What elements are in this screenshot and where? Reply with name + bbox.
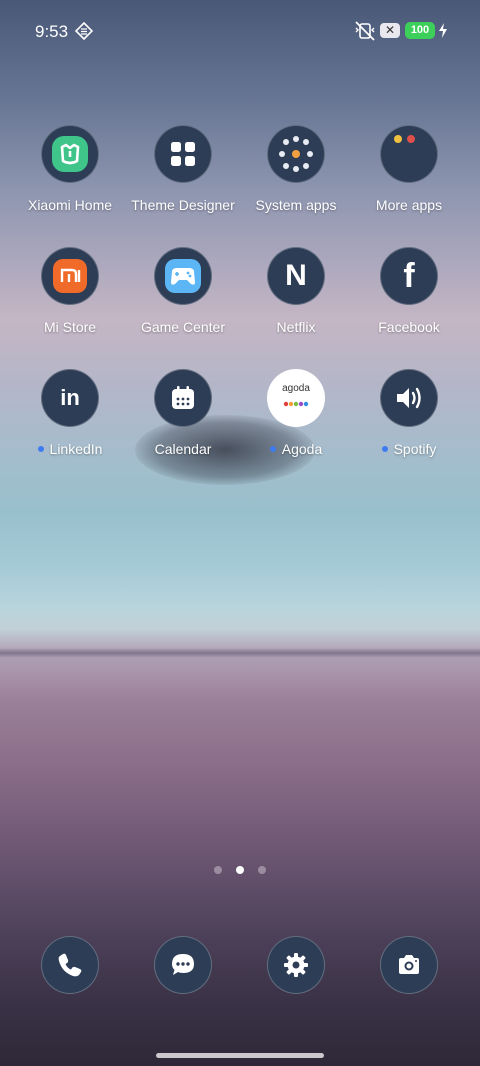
charging-icon [439,23,447,38]
folder-system-apps-icon [279,136,313,172]
dock-camera[interactable] [380,936,438,994]
folder-more-apps-icon [394,135,415,143]
new-install-dot [381,446,388,453]
app-mi-store[interactable]: Mi Store [10,247,130,335]
theme-designer-icon [171,142,195,166]
spotify-icon [397,387,421,409]
app-calendar[interactable]: Calendar [123,369,243,457]
battery-level: 100 [405,22,435,39]
game-center-icon [165,259,201,293]
page-indicator [214,866,266,876]
app-linkedin[interactable]: in LinkedIn [10,369,130,457]
app-label: Spotify [393,441,437,457]
xiaomi-home-icon [52,136,88,172]
app-spotify[interactable]: Spotify [349,369,469,457]
app-label: Mi Store [43,319,97,335]
app-xiaomi-home[interactable]: Xiaomi Home [10,125,130,213]
app-facebook[interactable]: f Facebook [349,247,469,335]
calendar-icon [172,386,194,409]
notification-badge: ✕ [380,23,400,38]
app-theme-designer[interactable]: Theme Designer [123,125,243,213]
app-label: Theme Designer [131,197,235,213]
status-bar: 9:53 ✕ 100 [0,0,480,62]
dock-messages[interactable] [154,936,212,994]
status-time: 9:53 [35,22,69,41]
dock-phone[interactable] [41,936,99,994]
app-label: Calendar [154,441,212,457]
settings-icon [284,953,308,977]
home-gesture-bar[interactable] [156,1053,324,1058]
app-label: LinkedIn [49,441,103,457]
agoda-dots-icon [283,401,309,407]
new-install-dot [269,446,276,453]
app-label: More apps [375,197,443,213]
app-label: Netflix [276,319,316,335]
wallpaper-horizon [0,648,480,658]
page-dot[interactable] [258,866,266,874]
app-label: Facebook [378,319,440,335]
messages-icon [172,954,194,975]
folder-system-apps[interactable]: System apps [236,125,356,213]
linkedin-icon: in [60,385,80,410]
app-netflix[interactable]: N Netflix [236,247,356,335]
mi-store-icon [53,259,87,293]
agoda-icon: agoda [282,384,310,412]
app-label: System apps [255,197,337,213]
app-label: Agoda [281,441,323,457]
new-install-dot [37,446,44,453]
network-diamond-icon [75,22,93,40]
folder-more-apps[interactable]: More apps [349,125,469,213]
phone-icon [58,953,82,977]
netflix-icon: N [285,259,307,292]
app-label: Game Center [140,319,226,335]
app-label: Xiaomi Home [27,197,113,213]
vibrate-mute-icon [355,21,375,41]
camera-icon [399,955,419,974]
page-dot[interactable] [214,866,222,874]
page-dot-active[interactable] [236,866,244,874]
facebook-icon: f [403,256,415,295]
app-game-center[interactable]: Game Center [123,247,243,335]
app-agoda[interactable]: agoda Agoda [236,369,356,457]
dock-settings[interactable] [267,936,325,994]
